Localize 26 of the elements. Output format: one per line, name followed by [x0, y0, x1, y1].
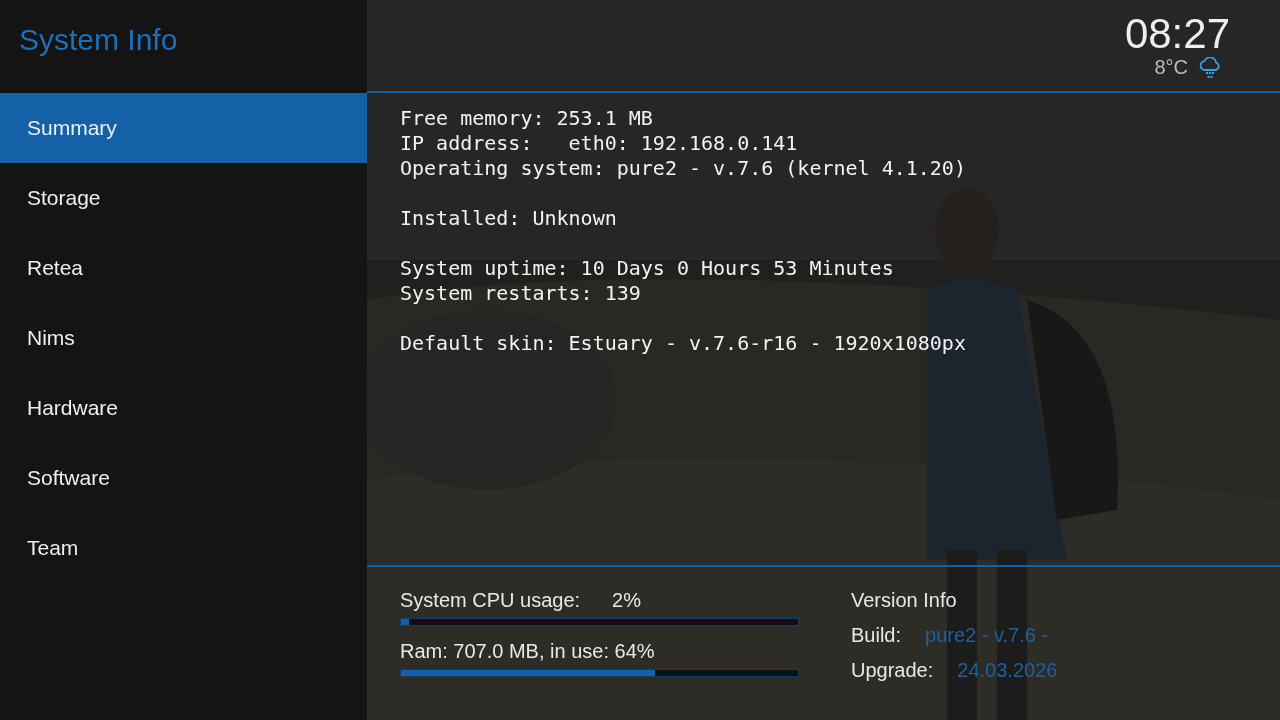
sidebar-item[interactable]: Summary — [0, 93, 367, 163]
info-line: Free memory: 253.1 MB — [400, 106, 654, 131]
info-line: Default skin: Estuary - v.7.6-r16 - 1920x1080px — [400, 331, 967, 356]
info-line: System uptime: 10 Days 0 Hours 53 Minutes — [400, 256, 895, 281]
version-title: Version Info — [851, 589, 958, 612]
info-line: IP address: eth0: 192.168.0.141 — [400, 131, 799, 156]
info-line: Installed: Unknown — [400, 206, 618, 231]
clock: 08:27 — [1124, 12, 1230, 56]
meter-label: System CPU usage: — [400, 589, 581, 612]
temperature: 8°C — [1154, 56, 1188, 79]
version-value: 24.03.2026 — [957, 659, 1058, 682]
version-value: pure2 - v.7.6 - — [925, 624, 1049, 647]
sidebar-item[interactable]: Nims — [0, 303, 367, 373]
meter-reading: 2% — [612, 589, 641, 612]
sidebar-item[interactable]: Software — [0, 443, 367, 513]
rain-cloud-icon — [1198, 56, 1222, 79]
sidebar-title: System Info — [19, 22, 178, 57]
sidebar-item[interactable]: Storage — [0, 163, 367, 233]
sidebar-item[interactable]: Team — [0, 513, 367, 583]
version-label: Build: — [851, 624, 902, 647]
info-line: Operating system: pure2 - v.7.6 (kernel 4.1.20) — [400, 156, 967, 181]
sidebar-item[interactable]: Retea — [0, 233, 367, 303]
version-label: Upgrade: — [851, 659, 934, 682]
info-line: System restarts: 139 — [400, 281, 642, 306]
meter-label: Ram: 707.0 MB, in use: 64% — [400, 640, 655, 663]
sidebar-item[interactable]: Hardware — [0, 373, 367, 443]
